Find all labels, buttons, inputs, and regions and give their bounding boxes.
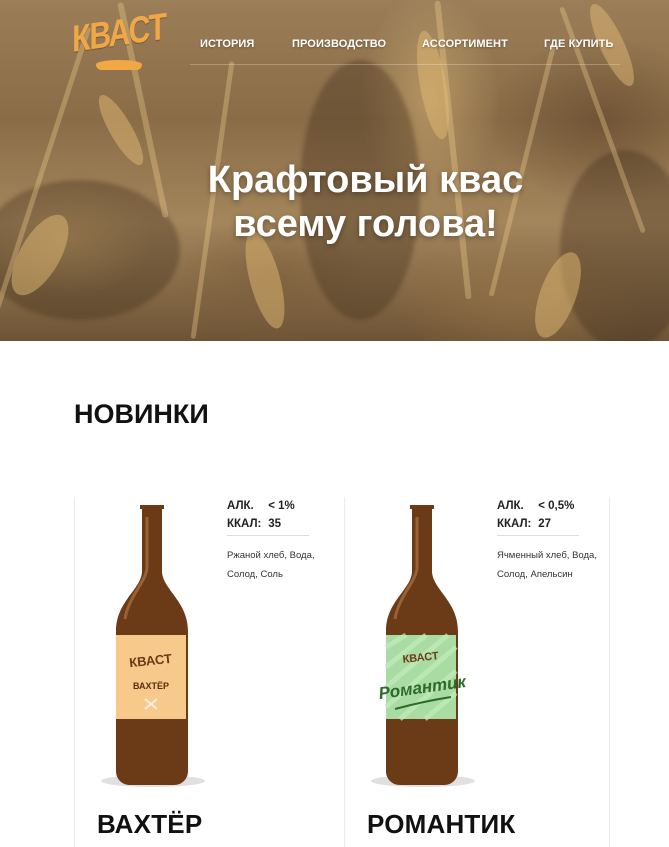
kcal-label: ККАЛ: (227, 518, 262, 530)
hero-title-line2: всему голова! (233, 203, 498, 245)
hero-title-line1: Крафтовый квас (207, 159, 524, 201)
logo-bread-icon (96, 60, 142, 70)
product-name[interactable]: ВАХТЁР (97, 809, 202, 840)
ingredients: Ячменный хлеб, Вода, Солод, Апельсин (497, 550, 597, 580)
product-name[interactable]: РОМАНТИК (367, 809, 515, 840)
ingredients: Ржаной хлеб, Вода, Солод, Соль (227, 550, 315, 580)
product-card[interactable]: КВАСТ Романтик АЛК. < 0,5% ККАЛ: 27 Ячме… (344, 497, 610, 847)
nav-item-history[interactable]: ИСТОРИЯ (200, 38, 254, 50)
alcohol-value: < 1% (268, 500, 295, 512)
hero-banner: КВАСТ ИСТОРИЯ ПРОИЗВОДСТВО АССОРТИМЕНТ Г… (0, 0, 669, 341)
nav-divider (190, 64, 620, 65)
brand-logo[interactable]: КВАСТ (72, 6, 166, 72)
facts-divider (497, 535, 579, 536)
product-facts: АЛК. < 1% ККАЛ: 35 Ржаной хлеб, Вода, Со… (227, 497, 337, 584)
kcal-label: ККАЛ: (497, 518, 532, 530)
bottle-image: КВАСТ ВАХТЁР (101, 505, 205, 787)
alcohol-value: < 0,5% (538, 500, 575, 512)
alcohol-row: АЛК. < 1% (227, 497, 337, 515)
nav-item-production[interactable]: ПРОИЗВОДСТВО (292, 38, 386, 50)
nav-item-assortment[interactable]: АССОРТИМЕНТ (422, 38, 508, 50)
nav-item-where-to-buy[interactable]: ГДЕ КУПИТЬ (544, 38, 613, 50)
kcal-value: 35 (268, 518, 281, 530)
facts-divider (227, 535, 309, 536)
alcohol-label: АЛК. (227, 500, 254, 512)
alcohol-label: АЛК. (497, 500, 524, 512)
kcal-row: ККАЛ: 35 (227, 515, 337, 533)
kcal-value: 27 (538, 518, 551, 530)
bottle-image: КВАСТ Романтик (371, 505, 475, 787)
kcal-row: ККАЛ: 27 (497, 515, 607, 533)
product-facts: АЛК. < 0,5% ККАЛ: 27 Ячменный хлеб, Вода… (497, 497, 607, 584)
alcohol-row: АЛК. < 0,5% (497, 497, 607, 515)
product-card[interactable]: КВАСТ ВАХТЁР АЛК. < 1% ККАЛ: 35 Ржаной х… (74, 497, 344, 847)
bottle-label-name: ВАХТЁР (133, 681, 169, 691)
logo-text: КВАСТ (72, 6, 166, 61)
section-title: НОВИНКИ (74, 399, 209, 429)
hero-title: Крафтовый квас всему голова! (0, 158, 669, 246)
